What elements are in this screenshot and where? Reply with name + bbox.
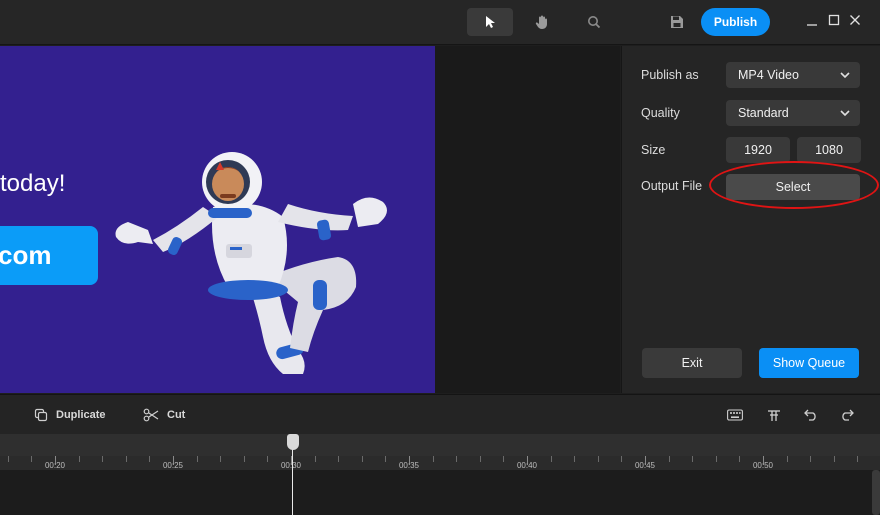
ruler-tick: [810, 456, 812, 462]
close-icon: [850, 15, 860, 25]
ruler-tick-label: 00:35: [398, 461, 420, 470]
ruler-tick: [550, 456, 552, 462]
keyboard-button[interactable]: [727, 408, 743, 422]
slide-headline: today!: [0, 170, 66, 197]
ruler-tick: [692, 456, 694, 462]
publish-as-dropdown[interactable]: MP4 Video: [726, 62, 860, 88]
cut-button[interactable]: Cut: [143, 408, 185, 422]
cut-label: Cut: [167, 409, 186, 421]
ruler-tick: [503, 456, 505, 462]
minimize-button[interactable]: [805, 13, 819, 27]
timeline-scrollbar[interactable]: [872, 470, 880, 515]
duplicate-label: Duplicate: [56, 409, 106, 421]
exit-button[interactable]: Exit: [642, 348, 742, 378]
close-button[interactable]: [848, 13, 862, 27]
save-icon: [671, 16, 683, 28]
playhead-handle[interactable]: [287, 434, 299, 450]
ruler-tick: [7, 456, 9, 462]
slide-cta-text: com: [0, 240, 52, 270]
ruler-tick: [102, 456, 104, 462]
publish-settings-panel: Publish as MP4 Video Quality Standard Si…: [621, 46, 880, 393]
ruler-tick: [786, 456, 788, 462]
duplicate-icon: [34, 408, 48, 422]
ruler-tick: [668, 456, 670, 462]
show-queue-button[interactable]: Show Queue: [759, 348, 859, 378]
ruler-tick: [574, 456, 576, 462]
ruler-tick: [739, 456, 741, 462]
redo-button[interactable]: [839, 408, 855, 422]
ruler-tick: [196, 456, 198, 462]
slide-canvas[interactable]: today! com: [0, 46, 435, 393]
ruler-tick: [361, 456, 363, 462]
ruler-tick: [715, 456, 717, 462]
chevron-down-icon: [840, 72, 850, 79]
ruler-tick: [220, 456, 222, 462]
ruler-tick-label: 00:40: [516, 461, 538, 470]
width-input[interactable]: 1920: [726, 137, 790, 163]
ruler-tick: [149, 456, 151, 462]
quality-label: Quality: [641, 106, 680, 120]
keyboard-icon: [727, 409, 743, 421]
minimize-icon: [807, 24, 817, 26]
slide-cta-button: com: [0, 226, 98, 285]
ruler-tick: [78, 456, 80, 462]
ruler-tick-label: 00:20: [44, 461, 66, 470]
maximize-button[interactable]: [827, 13, 841, 27]
ruler-tick: [267, 456, 269, 462]
playhead-line: [292, 446, 293, 515]
maximize-icon: [828, 14, 840, 26]
preview-area: today! com: [0, 46, 620, 393]
ruler-tick: [385, 456, 387, 462]
publish-as-value: MP4 Video: [738, 68, 799, 82]
timeline-toolbar: Duplicate Cut: [0, 394, 880, 434]
size-label: Size: [641, 143, 666, 157]
split-icon: [768, 410, 780, 421]
ruler-tick-label: 00:45: [634, 461, 656, 470]
hand-icon: [535, 15, 547, 29]
timeline-ruler[interactable]: 00:20 00:25 00:30 00:35 00:40 00:45 00:50: [0, 434, 880, 470]
ruler-tick: [432, 456, 434, 462]
ruler-tick: [621, 456, 623, 462]
ruler-tick: [243, 456, 245, 462]
ruler-tick: [479, 456, 481, 462]
publish-as-label: Publish as: [641, 68, 699, 82]
astronaut-illustration: [115, 152, 387, 374]
publish-button[interactable]: Publish: [701, 8, 770, 36]
scissors-icon: [143, 408, 159, 422]
redo-icon: [842, 409, 854, 421]
ruler-tick: [31, 456, 33, 462]
ruler-track[interactable]: [0, 434, 880, 456]
select-output-button[interactable]: Select: [726, 174, 860, 200]
undo-icon: [804, 409, 816, 421]
save-button[interactable]: [666, 12, 688, 32]
height-input[interactable]: 1080: [797, 137, 861, 163]
timeline-tracks[interactable]: [0, 470, 880, 515]
output-file-label: Output File: [641, 179, 703, 193]
split-button[interactable]: [766, 408, 782, 422]
undo-button[interactable]: [803, 408, 819, 422]
search-icon: [588, 16, 601, 29]
top-toolbar: Publish: [0, 0, 880, 45]
select-tool-button[interactable]: [467, 8, 513, 36]
chevron-down-icon: [840, 110, 850, 117]
ruler-tick: [338, 456, 340, 462]
quality-dropdown[interactable]: Standard: [726, 100, 860, 126]
ruler-tick: [597, 456, 599, 462]
duplicate-button[interactable]: Duplicate: [34, 408, 106, 422]
ruler-tick-label: 00:30: [280, 461, 302, 470]
ruler-tick: [857, 456, 859, 462]
ruler-tick-label: 00:25: [162, 461, 184, 470]
quality-value: Standard: [738, 106, 789, 120]
cursor-icon: [486, 16, 495, 28]
ruler-tick: [125, 456, 127, 462]
zoom-tool-button[interactable]: [571, 8, 617, 36]
ruler-tick: [833, 456, 835, 462]
hand-tool-button[interactable]: [519, 8, 565, 36]
ruler-tick: [456, 456, 458, 462]
ruler-tick-label: 00:50: [752, 461, 774, 470]
ruler-tick: [314, 456, 316, 462]
